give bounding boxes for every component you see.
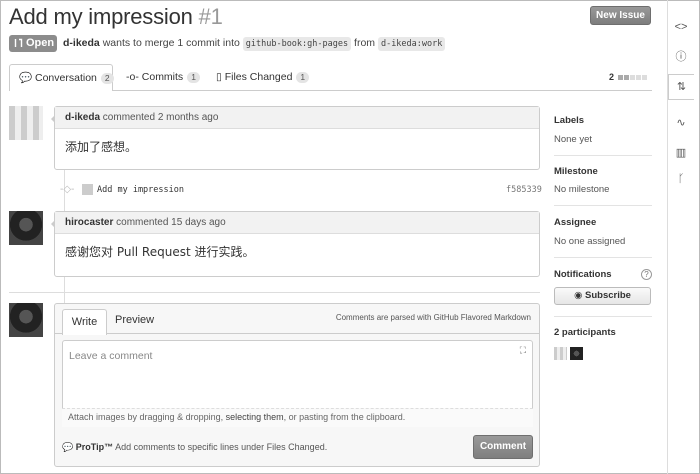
tab-label: Commits [141,71,184,83]
subscribe-label: Subscribe [585,290,631,301]
attach-text: Attach images by dragging & dropping, [68,412,224,422]
comment-author[interactable]: d-ikeda [65,112,100,123]
comment-time: commented 15 days ago [116,217,226,228]
from-text: from [354,37,376,49]
pull-request-icon [14,38,23,47]
commit-icon: -o- [126,71,139,83]
file-icon: ▯ [216,71,222,83]
help-icon[interactable]: ? [641,269,652,280]
assignee-value: No one assigned [554,236,626,247]
head-branch: d-ikeda:work [377,37,446,51]
diffstat-count: 2 [609,72,615,82]
attach-hint: Attach images by dragging & dropping, se… [62,408,533,427]
milestone-value: No milestone [554,184,610,195]
notifications-title: Notifications [554,269,612,280]
tab-preview[interactable]: Preview [115,314,154,326]
commit-row: -◇- Add my impression f585339 [60,182,542,200]
divider [554,205,652,206]
divider [554,257,652,258]
base-branch: github-book:gh-pages [242,37,352,51]
select-files-link[interactable]: selecting them [226,412,284,422]
tab-count: 1 [296,72,310,83]
tab-label: Conversation [35,72,97,84]
comment-editor: Write Preview Comments are parsed with G… [54,303,540,467]
comment-box: d-ikeda commented 2 months ago 添加了感想。 [51,106,540,170]
protip-label: ProTip™ [75,442,114,452]
commit-icon: -◇- [60,184,75,195]
fullscreen-icon[interactable]: ⛶ [520,345,526,356]
protip: 💬 ProTip™ Add comments to specific lines… [62,442,327,453]
markdown-note: Comments are parsed with GitHub Flavored… [335,313,531,322]
comment-header: d-ikeda commented 2 months ago [55,107,539,129]
labels-value: None yet [554,134,593,145]
diffstat-block [641,75,647,80]
tab-count: 2 [100,73,114,84]
tab-files-changed[interactable]: ▯ Files Changed 1 [216,71,310,83]
milestone-title[interactable]: Milestone [554,166,598,177]
diffstat-block [623,75,629,80]
diffstat-block [629,75,635,80]
author-link[interactable]: d-ikeda [63,37,100,49]
comment-header: hirocaster commented 15 days ago [55,212,539,234]
status-badge: Open [9,35,57,52]
comment-body: 感谢您对 Pull Request 进行实践。 [65,245,255,259]
repo-side-nav: <> ⓘ ⇅ ∿ ▥ ᚴ [668,10,694,200]
avatar [82,184,93,195]
protip-text: Add comments to specific lines under Fil… [115,442,328,452]
tab-commits[interactable]: -o- Commits 1 [126,71,200,83]
diffstat-block [635,75,641,80]
avatar[interactable] [9,211,43,245]
page-title: Add my impression #1 [9,4,223,30]
divider [9,292,540,293]
comment-button[interactable]: Comment [473,435,533,459]
participants-title: 2 participants [554,327,616,338]
tab-write[interactable]: Write [62,309,107,335]
participant-avatar[interactable] [554,347,567,360]
status-label: Open [26,37,55,49]
pull-request-icon[interactable]: ⇅ [668,74,694,100]
pulse-icon[interactable]: ∿ [672,114,690,132]
diffstat-block [617,75,623,80]
new-issue-button[interactable]: New Issue [590,6,651,25]
tab-conversation-label[interactable]: 💬 Conversation 2 [19,71,114,84]
pr-meta: d-ikeda wants to merge 1 commit into git… [63,37,446,51]
commit-message[interactable]: Add my impression [97,185,184,195]
comment-box: hirocaster commented 15 days ago 感谢您对 Pu… [51,211,540,277]
conversation-icon: 💬 [19,72,33,84]
code-icon[interactable]: <> [672,18,690,36]
labels-title[interactable]: Labels [554,115,584,126]
subscribe-button[interactable]: ◉ Subscribe [554,287,651,305]
tab-count: 1 [187,72,200,83]
avatar [9,303,43,337]
attach-text: , or pasting from the clipboard. [283,412,406,422]
divider [554,316,652,317]
eye-icon: ◉ [574,290,583,301]
participant-avatar[interactable] [570,347,583,360]
pr-number: #1 [198,4,223,29]
branch-icon[interactable]: ᚴ [672,170,690,188]
tab-label: Files Changed [224,71,293,83]
comment-author[interactable]: hirocaster [65,217,113,228]
pr-title: Add my impression [9,4,193,29]
assignee-title[interactable]: Assignee [554,217,596,228]
comment-body: 添加了感想。 [65,140,138,154]
commit-sha[interactable]: f585339 [506,185,542,195]
diffstat: 2 [609,72,647,82]
textarea-placeholder: Leave a comment [69,350,153,362]
protip-icon: 💬 [62,442,74,452]
avatar[interactable] [9,106,43,140]
comment-time: commented 2 months ago [102,112,219,123]
merge-text: wants to merge 1 commit into [102,37,240,49]
graph-icon[interactable]: ▥ [672,144,690,162]
issue-icon[interactable]: ⓘ [672,48,690,66]
divider [554,155,652,156]
